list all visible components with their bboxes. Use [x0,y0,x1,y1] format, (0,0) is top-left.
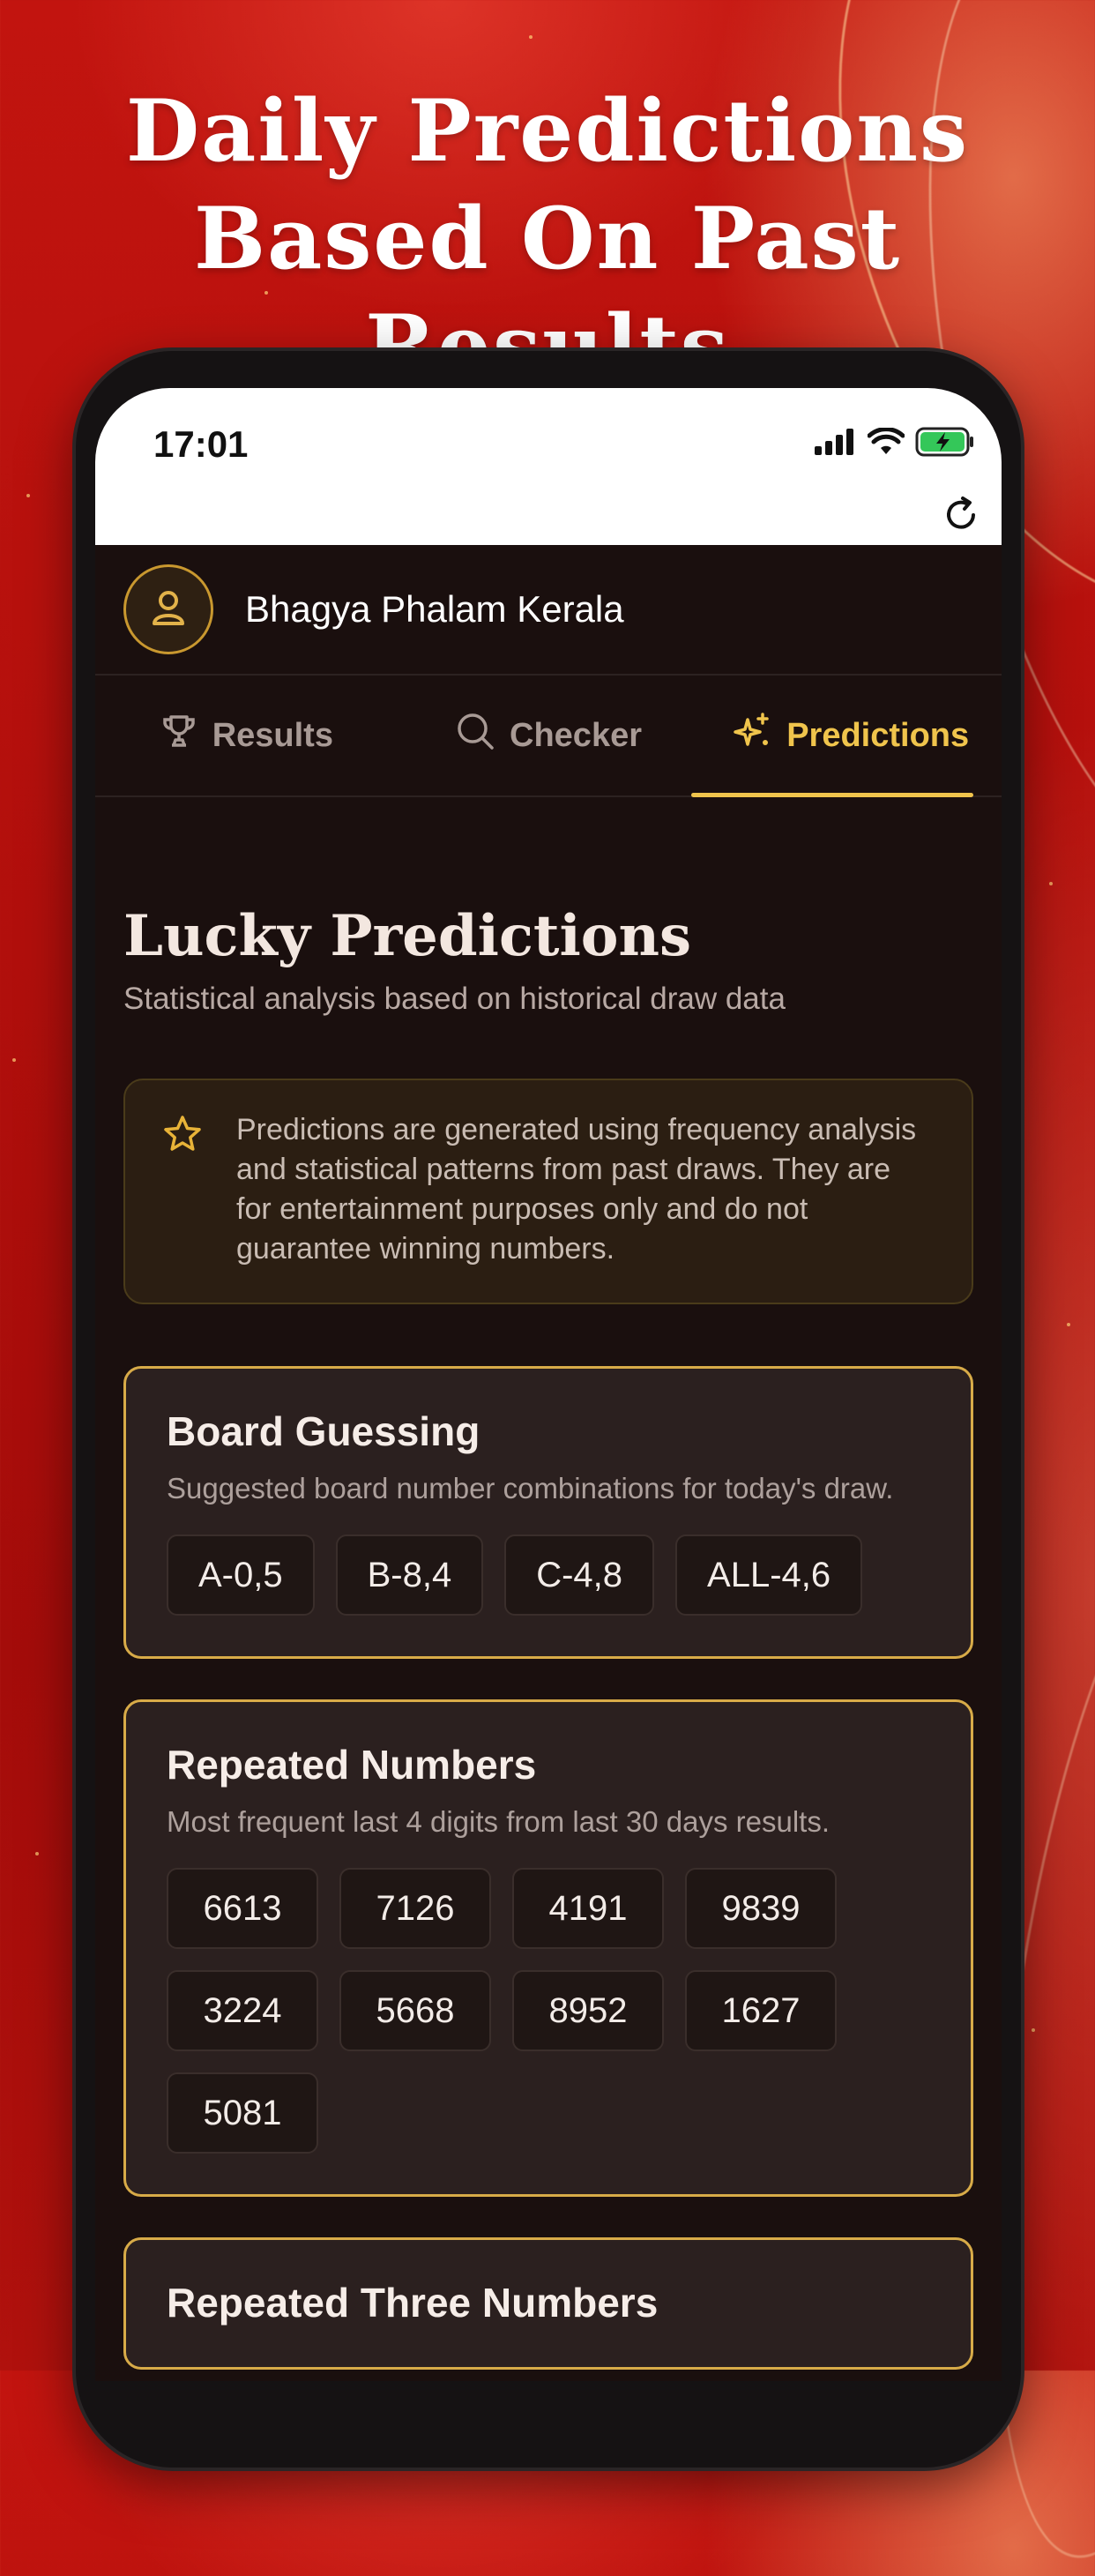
decorative-speck [1032,2028,1035,2032]
number-chip: 3224 [167,1970,318,2051]
user-icon [147,586,190,633]
board-chip: A-0,5 [167,1534,315,1616]
refresh-icon[interactable] [940,494,982,541]
tab-predictions[interactable]: Predictions [699,676,1002,795]
number-chip: 6613 [167,1868,318,1949]
predictions-content: Lucky Predictions Statistical analysis b… [95,903,1002,2370]
board-chip: B-8,4 [335,1534,484,1616]
decorative-speck [529,35,533,39]
tab-label: Predictions [786,716,970,754]
active-tab-indicator [691,793,973,797]
avatar[interactable] [123,564,213,654]
tab-checker[interactable]: Checker [398,676,700,795]
decorative-speck [1049,882,1053,885]
card-subtitle: Suggested board number combinations for … [167,1472,894,1505]
board-chip: ALL-4,6 [675,1534,863,1616]
decorative-speck [35,1852,39,1855]
repeated-three-numbers-card: Repeated Three Numbers [123,2237,973,2370]
signal-icon [815,429,857,459]
number-chip: 7126 [339,1868,491,1949]
number-chip: 8952 [512,1970,664,2051]
decorative-speck [1067,1323,1070,1326]
battery-icon [915,427,975,461]
page-title: Lucky Predictions [123,903,692,969]
decorative-speck [26,494,30,497]
tab-results[interactable]: Results [95,676,398,795]
card-title: Repeated Three Numbers [167,2280,659,2326]
number-chip: 4191 [512,1868,664,1949]
number-chip: 9839 [685,1868,837,1949]
page-subtitle: Statistical analysis based on historical… [123,982,786,1016]
sparkles-icon [732,711,772,760]
phone-screen: 17:01 Bhagya Phalam Kerala Results Check… [95,388,1002,2381]
number-chip: 5668 [339,1970,491,2051]
board-chips: A-0,5 B-8,4 C-4,8 ALL-4,6 [167,1534,930,1616]
number-chip: 5081 [167,2072,318,2154]
card-title: Repeated Numbers [167,1742,537,1788]
tab-label: Checker [510,716,642,754]
card-title: Board Guessing [167,1408,480,1454]
decorative-speck [12,1058,16,1062]
search-icon [455,711,495,760]
status-time: 17:01 [153,423,249,465]
tab-bar: Results Checker Predictions [95,676,1002,797]
disclaimer-notice: Predictions are generated using frequenc… [123,1079,973,1304]
board-chip: C-4,8 [504,1534,655,1616]
headline-line-1: Daily Predictions [125,81,970,181]
tab-label: Results [212,716,333,754]
board-guessing-card: Board Guessing Suggested board number co… [123,1366,973,1659]
star-icon [162,1114,203,1165]
disclaimer-text: Predictions are generated using frequenc… [236,1113,917,1266]
status-bar: 17:01 [95,388,1002,545]
number-chips: 6613 7126 4191 9839 3224 5668 8952 1627 … [167,1868,837,2154]
app-header: Bhagya Phalam Kerala [95,545,1002,676]
status-icons [815,427,975,461]
trophy-icon [160,712,198,759]
app-title: Bhagya Phalam Kerala [245,588,624,630]
repeated-numbers-card: Repeated Numbers Most frequent last 4 di… [123,1699,973,2197]
number-chip: 1627 [685,1970,837,2051]
card-subtitle: Most frequent last 4 digits from last 30… [167,1805,830,1838]
wifi-icon [867,427,905,460]
